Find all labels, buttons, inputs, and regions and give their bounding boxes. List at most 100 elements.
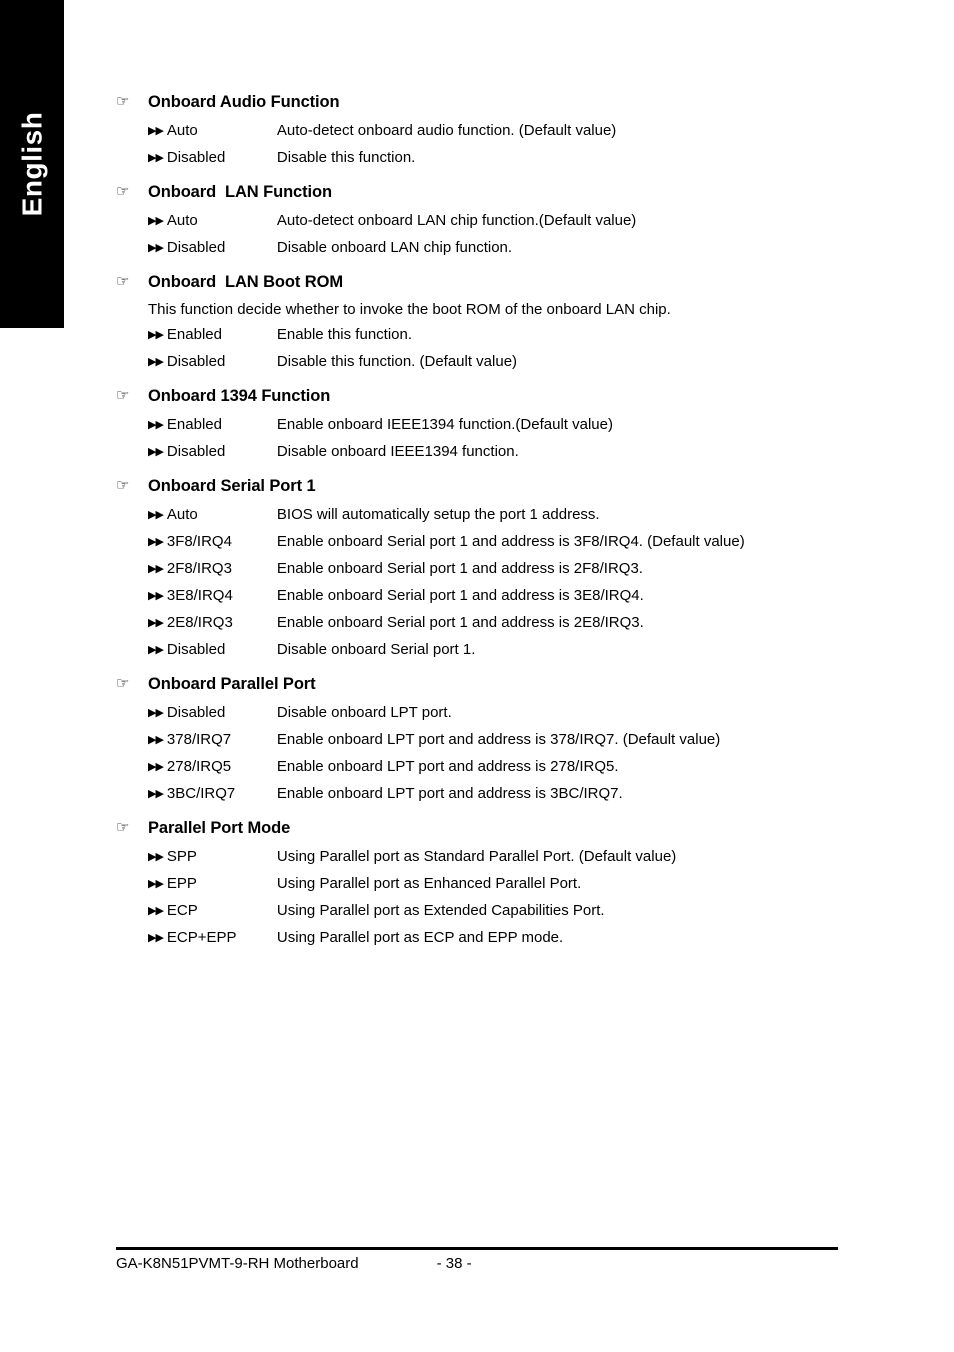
setting-option-description: Enable onboard LPT port and address is 3… xyxy=(276,731,721,748)
setting-option-name: EPP xyxy=(166,875,197,892)
setting-option-name: Disabled xyxy=(166,443,226,460)
pointing-hand-icon: ☞ xyxy=(116,819,130,836)
pointing-hand-icon: ☞ xyxy=(116,273,130,290)
setting-option-description: Using Parallel port as Standard Parallel… xyxy=(276,848,677,865)
double-arrow-icon: ▶▶ xyxy=(148,644,164,656)
setting-option-description: Auto-detect onboard LAN chip function.(D… xyxy=(276,212,637,229)
setting-option-description: Using Parallel port as Enhanced Parallel… xyxy=(276,875,582,892)
setting-option-description: Enable onboard IEEE1394 function.(Defaul… xyxy=(276,416,613,433)
setting-option-row: ▶▶ Disabled Disable this function. xyxy=(148,145,906,172)
setting-option-description: Enable onboard LPT port and address is 2… xyxy=(276,758,619,775)
setting-option-name: 3E8/IRQ4 xyxy=(166,587,233,604)
setting-option-name: Disabled xyxy=(166,353,226,370)
double-arrow-icon: ▶▶ xyxy=(148,152,164,164)
setting-option-description: Disable onboard Serial port 1. xyxy=(276,641,476,658)
setting-section-header: ☞ Onboard 1394 Function xyxy=(116,386,906,407)
setting-option-row: ▶▶ Disabled Disable this function. (Defaul… xyxy=(148,349,906,376)
setting-option-description: Enable this function. xyxy=(276,326,413,343)
setting-section-header: ☞ Onboard LAN Function xyxy=(116,182,906,203)
setting-option-row: ▶▶ 378/IRQ7 Enable onboard LPT port and ad… xyxy=(148,727,906,754)
setting-section-title: Onboard Serial Port 1 xyxy=(148,477,316,495)
manual-page: English ☞ Onboard Audio Function ▶▶ Auto Aut… xyxy=(0,0,954,1352)
setting-option-name: Auto xyxy=(166,212,198,229)
double-arrow-icon: ▶▶ xyxy=(148,878,164,890)
language-side-tab: English xyxy=(0,0,64,328)
setting-option-description: Disable this function. (Default value) xyxy=(276,353,518,370)
setting-option-row: ▶▶ 3E8/IRQ4 Enable onboard Serial port 1 a… xyxy=(148,583,906,610)
double-arrow-icon: ▶▶ xyxy=(148,617,164,629)
setting-section-title: Parallel Port Mode xyxy=(148,819,291,837)
language-side-tab-label: English xyxy=(16,111,47,217)
setting-option-name: 2E8/IRQ3 xyxy=(166,614,233,631)
setting-section-header: ☞ Parallel Port Mode xyxy=(116,818,906,839)
setting-section-header: ☞ Onboard LAN Boot ROM xyxy=(116,272,906,293)
setting-option-name: SPP xyxy=(166,848,197,865)
setting-option-description: BIOS will automatically setup the port 1… xyxy=(276,506,600,523)
page-footer: GA-K8N51PVMT-9-RH Motherboard - 38 - xyxy=(116,1247,838,1275)
setting-option-row: ▶▶ 2E8/IRQ3 Enable onboard Serial port 1 a… xyxy=(148,610,906,637)
setting-option-name: Disabled xyxy=(166,239,226,256)
setting-option-name: Auto xyxy=(166,506,198,523)
footer-page-number: - 38 - xyxy=(436,1255,472,1272)
double-arrow-icon: ▶▶ xyxy=(148,242,164,254)
setting-option-row: ▶▶ 278/IRQ5 Enable onboard LPT port and ad… xyxy=(148,754,906,781)
pointing-hand-icon: ☞ xyxy=(116,183,130,200)
setting-option-row: ▶▶ Auto Auto-detect onboard audio function… xyxy=(148,118,906,145)
setting-section: ☞ Onboard LAN Function ▶▶ Auto Auto-detect o… xyxy=(116,182,906,262)
language-side-tab-label-wrap: English xyxy=(0,0,64,328)
setting-section-header: ☞ Onboard Serial Port 1 xyxy=(116,476,906,497)
setting-option-description: Enable onboard Serial port 1 and address… xyxy=(276,560,643,577)
setting-option-name: 2F8/IRQ3 xyxy=(166,560,232,577)
double-arrow-icon: ▶▶ xyxy=(148,563,164,575)
setting-option-row: ▶▶ SPP Using Parallel port as Standard Par… xyxy=(148,844,906,871)
setting-option-name: Auto xyxy=(166,122,198,139)
pointing-hand-icon: ☞ xyxy=(116,387,130,404)
double-arrow-icon: ▶▶ xyxy=(148,788,164,800)
double-arrow-icon: ▶▶ xyxy=(148,932,164,944)
setting-option-row: ▶▶ Disabled Disable onboard IEEE1394 funct… xyxy=(148,439,906,466)
double-arrow-icon: ▶▶ xyxy=(148,536,164,548)
setting-option-description: Enable onboard Serial port 1 and address… xyxy=(276,614,644,631)
footer-board-name: GA-K8N51PVMT-9-RH Motherboard xyxy=(116,1255,359,1272)
setting-option-row: ▶▶ 2F8/IRQ3 Enable onboard Serial port 1 a… xyxy=(148,556,906,583)
setting-section-title: Onboard Audio Function xyxy=(148,93,340,111)
setting-option-description: Enable onboard Serial port 1 and address… xyxy=(276,587,644,604)
double-arrow-icon: ▶▶ xyxy=(148,125,164,137)
setting-option-description: Enable onboard LPT port and address is 3… xyxy=(276,785,623,802)
setting-section-header: ☞ Onboard Parallel Port xyxy=(116,674,906,695)
setting-section: ☞ Onboard Audio Function ▶▶ Auto Auto-detect… xyxy=(116,92,906,172)
setting-option-name: Disabled xyxy=(166,704,226,721)
setting-option-row: ▶▶ Disabled Disable onboard LPT port. xyxy=(148,700,906,727)
setting-section: ☞ Onboard 1394 Function ▶▶ Enabled Enable on… xyxy=(116,386,906,466)
double-arrow-icon: ▶▶ xyxy=(148,905,164,917)
setting-option-row: ▶▶ Auto Auto-detect onboard LAN chip funct… xyxy=(148,208,906,235)
setting-option-row: ▶▶ Auto BIOS will automatically setup the … xyxy=(148,502,906,529)
setting-option-name: 278/IRQ5 xyxy=(166,758,232,775)
setting-option-description: Disable onboard IEEE1394 function. xyxy=(276,443,519,460)
setting-section: ☞ Parallel Port Mode ▶▶ SPP Using Parallel p… xyxy=(116,818,906,952)
setting-option-description: Disable onboard LAN chip function. xyxy=(276,239,513,256)
setting-option-name: 3F8/IRQ4 xyxy=(166,533,232,550)
double-arrow-icon: ▶▶ xyxy=(148,851,164,863)
double-arrow-icon: ▶▶ xyxy=(148,329,164,341)
setting-option-name: 378/IRQ7 xyxy=(166,731,232,748)
setting-option-row: ▶▶ Disabled Disable onboard Serial port 1. xyxy=(148,637,906,664)
setting-section-header: ☞ Onboard Audio Function xyxy=(116,92,906,113)
double-arrow-icon: ▶▶ xyxy=(148,356,164,368)
setting-option-name: 3BC/IRQ7 xyxy=(166,785,236,802)
setting-section: ☞ Onboard Parallel Port ▶▶ Disabled Disable … xyxy=(116,674,906,808)
setting-option-description: Using Parallel port as Extended Capabili… xyxy=(276,902,605,919)
setting-option-name: ECP+EPP xyxy=(166,929,237,946)
pointing-hand-icon: ☞ xyxy=(116,477,130,494)
setting-option-row: ▶▶ 3F8/IRQ4 Enable onboard Serial port 1 a… xyxy=(148,529,906,556)
setting-option-row: ▶▶ Enabled Enable onboard IEEE1394 functio… xyxy=(148,412,906,439)
pointing-hand-icon: ☞ xyxy=(116,93,130,110)
double-arrow-icon: ▶▶ xyxy=(148,419,164,431)
setting-option-description: Auto-detect onboard audio function. (Def… xyxy=(276,122,617,139)
setting-section-title: Onboard LAN Function xyxy=(148,183,332,201)
setting-option-name: Disabled xyxy=(166,149,226,166)
pointing-hand-icon: ☞ xyxy=(116,675,130,692)
double-arrow-icon: ▶▶ xyxy=(148,761,164,773)
setting-option-row: ▶▶ Disabled Disable onboard LAN chip funct… xyxy=(148,235,906,262)
setting-option-row: ▶▶ ECP+EPP Using Parallel port as ECP and … xyxy=(148,925,906,952)
